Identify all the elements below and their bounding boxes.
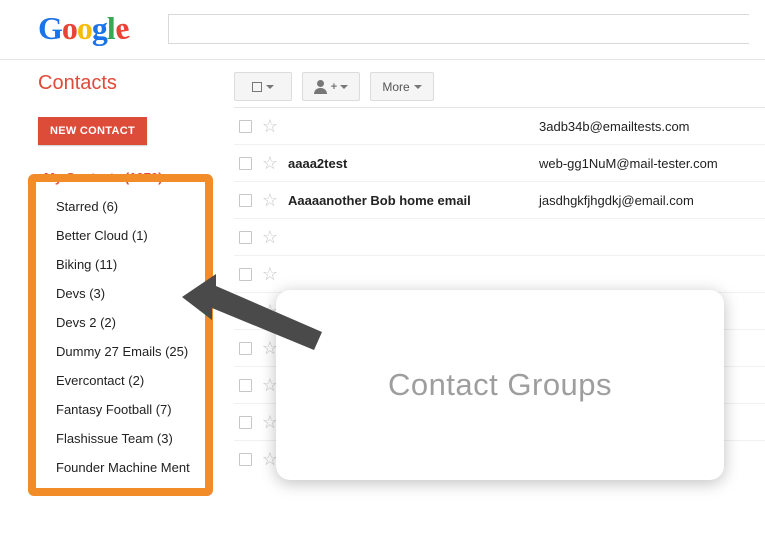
google-logo: Google bbox=[38, 10, 128, 47]
row-checkbox[interactable] bbox=[234, 416, 256, 429]
sidebar-item[interactable]: Biking (11) bbox=[38, 250, 210, 279]
sidebar: My Contacts (1970) Starred (6) Better Cl… bbox=[38, 163, 210, 482]
contact-row[interactable]: ☆ bbox=[234, 218, 765, 255]
star-icon[interactable]: ☆ bbox=[256, 116, 284, 137]
checkbox-icon bbox=[239, 231, 252, 244]
contact-name: Aaaaanother Bob home email bbox=[284, 193, 539, 208]
person-icon bbox=[314, 80, 328, 94]
bottom-fade bbox=[0, 513, 765, 533]
checkbox-icon bbox=[239, 453, 252, 466]
row-checkbox[interactable] bbox=[234, 453, 256, 466]
contact-row[interactable]: ☆aaaa2testweb-gg1NuM@mail-tester.com bbox=[234, 144, 765, 181]
annotation-callout: Contact Groups bbox=[276, 290, 724, 480]
sidebar-item[interactable]: Evercontact (2) bbox=[38, 366, 210, 395]
add-to-group-button[interactable]: + bbox=[302, 72, 360, 101]
sidebar-item-overflow[interactable]: Founder Machine Ment bbox=[38, 453, 210, 482]
caret-down-icon bbox=[340, 85, 348, 89]
row-checkbox[interactable] bbox=[234, 194, 256, 207]
sidebar-item[interactable]: Devs (3) bbox=[38, 279, 210, 308]
more-label: More bbox=[382, 80, 409, 94]
sidebar-item-my-contacts[interactable]: My Contacts (1970) bbox=[38, 163, 210, 192]
contact-row[interactable]: ☆Aaaaanother Bob home emailjasdhgkfjhgdk… bbox=[234, 181, 765, 218]
checkbox-icon bbox=[239, 268, 252, 281]
search-input[interactable] bbox=[168, 14, 749, 44]
page-title[interactable]: Contacts bbox=[38, 72, 210, 95]
checkbox-icon bbox=[239, 194, 252, 207]
checkbox-icon bbox=[239, 342, 252, 355]
sidebar-item[interactable]: Starred (6) bbox=[38, 192, 210, 221]
contact-name: aaaa2test bbox=[284, 156, 539, 171]
checkbox-icon bbox=[252, 82, 262, 92]
sidebar-item[interactable]: Devs 2 (2) bbox=[38, 308, 210, 337]
new-contact-button[interactable]: NEW CONTACT bbox=[38, 117, 147, 145]
contact-row[interactable]: ☆ bbox=[234, 255, 765, 292]
star-icon[interactable]: ☆ bbox=[256, 153, 284, 174]
row-checkbox[interactable] bbox=[234, 268, 256, 281]
more-button[interactable]: More bbox=[370, 72, 434, 101]
checkbox-icon bbox=[239, 157, 252, 170]
contact-email: 3adb34b@emailtests.com bbox=[539, 119, 765, 134]
plus-icon: + bbox=[331, 81, 337, 93]
checkbox-icon bbox=[239, 416, 252, 429]
row-checkbox[interactable] bbox=[234, 342, 256, 355]
contact-email: web-gg1NuM@mail-tester.com bbox=[539, 156, 765, 171]
sidebar-item[interactable]: Flashissue Team (3) bbox=[38, 424, 210, 453]
checkbox-icon bbox=[239, 120, 252, 133]
sidebar-item[interactable]: Dummy 27 Emails (25) bbox=[38, 337, 210, 366]
star-icon[interactable]: ☆ bbox=[256, 190, 284, 211]
contact-email: jasdhgkfjhgdkj@email.com bbox=[539, 193, 765, 208]
checkbox-icon bbox=[239, 379, 252, 392]
sidebar-item[interactable]: Fantasy Football (7) bbox=[38, 395, 210, 424]
star-icon[interactable]: ☆ bbox=[256, 227, 284, 248]
row-checkbox[interactable] bbox=[234, 231, 256, 244]
star-icon[interactable]: ☆ bbox=[256, 264, 284, 285]
caret-down-icon bbox=[266, 85, 274, 89]
row-checkbox[interactable] bbox=[234, 305, 256, 318]
sidebar-item[interactable]: Better Cloud (1) bbox=[38, 221, 210, 250]
select-all-button[interactable] bbox=[234, 72, 292, 101]
checkbox-icon bbox=[239, 305, 252, 318]
contact-row[interactable]: ☆ 3adb34b@emailtests.com bbox=[234, 107, 765, 144]
row-checkbox[interactable] bbox=[234, 379, 256, 392]
row-checkbox[interactable] bbox=[234, 120, 256, 133]
caret-down-icon bbox=[414, 85, 422, 89]
row-checkbox[interactable] bbox=[234, 157, 256, 170]
toolbar: + More bbox=[234, 72, 765, 101]
annotation-callout-label: Contact Groups bbox=[388, 367, 612, 403]
